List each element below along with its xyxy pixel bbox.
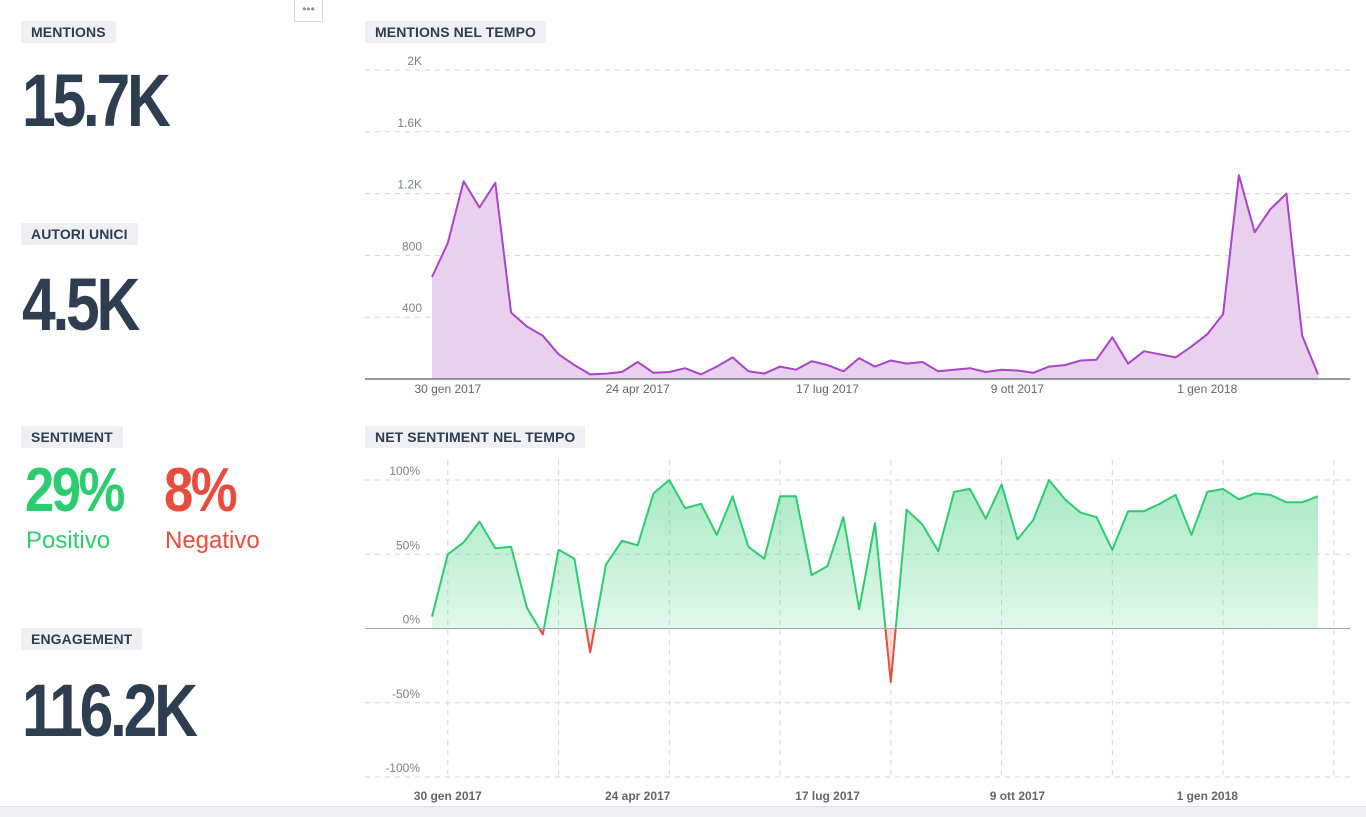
y-tick-label: 800 xyxy=(402,239,422,253)
sentiment-area-fill xyxy=(432,480,1318,629)
mentions-area-chart: 400 800 1.2K 1.6K 2K 30 gen 2017 24 apr 2017 17… xyxy=(365,55,1355,396)
engagement-label: ENGAGEMENT xyxy=(21,628,143,650)
positive-label: Positivo xyxy=(26,527,111,554)
x-tick-label: 17 lug 2017 xyxy=(795,789,860,803)
y-tick-label: -50% xyxy=(392,687,420,701)
mentions-chart-title: MENTIONS NEL TEMPO xyxy=(365,21,546,43)
x-tick-label: 1 gen 2018 xyxy=(1177,789,1239,803)
y-tick-label: 100% xyxy=(389,464,420,478)
y-tick-label: 400 xyxy=(402,301,422,315)
net-sentiment-area-chart: -100% -50% 0% 50% 100% 30 gen 2017 24 apr 2017… xyxy=(365,460,1355,803)
x-tick-label: 30 gen 2017 xyxy=(414,382,481,396)
y-tick-label: 1.2K xyxy=(397,178,422,192)
x-tick-label: 9 ott 2017 xyxy=(991,382,1045,396)
mentions-area-fill xyxy=(432,175,1318,379)
bottom-scrollbar[interactable] xyxy=(0,806,1366,817)
sentiment-label: SENTIMENT xyxy=(21,426,123,448)
y-tick-label: 1.6K xyxy=(397,116,422,130)
x-tick-label: 9 ott 2017 xyxy=(990,789,1046,803)
more-options-icon[interactable]: ••• xyxy=(294,0,323,22)
y-tick-label: 50% xyxy=(396,538,420,552)
sentiment-chart-title: NET SENTIMENT NEL TEMPO xyxy=(365,426,586,448)
x-tick-label: 30 gen 2017 xyxy=(414,789,482,803)
mentions-line xyxy=(431,174,1319,376)
negative-label: Negativo xyxy=(165,527,260,554)
authors-value: 4.5K xyxy=(22,263,140,346)
y-tick-label: 0% xyxy=(403,613,421,627)
mentions-label: MENTIONS xyxy=(21,21,116,43)
positive-percent: 29% xyxy=(25,456,125,525)
y-tick-label: 2K xyxy=(407,55,422,68)
authors-label: AUTORI UNICI xyxy=(21,223,138,245)
y-tick-label: -100% xyxy=(385,761,420,775)
engagement-value: 116.2K xyxy=(22,669,198,752)
mentions-value: 15.7K xyxy=(22,59,171,142)
negative-percent: 8% xyxy=(164,456,238,525)
x-tick-label: 24 apr 2017 xyxy=(605,789,671,803)
x-tick-label: 17 lug 2017 xyxy=(796,382,859,396)
x-tick-label: 24 apr 2017 xyxy=(606,382,670,396)
x-tick-label: 1 gen 2018 xyxy=(1177,382,1237,396)
